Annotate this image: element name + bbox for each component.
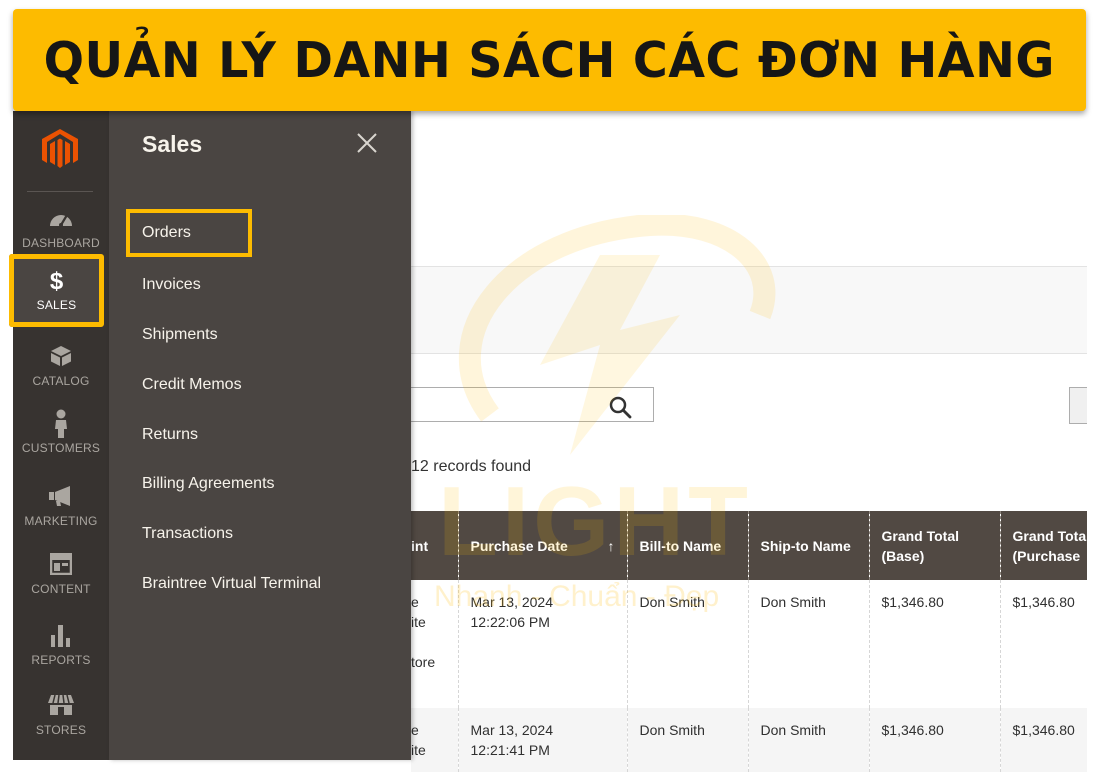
cell-ship-to: Don Smith	[747, 708, 869, 772]
menu-item-shipments[interactable]: Shipments	[142, 326, 218, 344]
cell-purchase-date: Mar 13, 2024 12:22:06 PM	[457, 580, 627, 708]
menu-item-invoices[interactable]: Invoices	[142, 276, 201, 294]
filters-button[interactable]	[1069, 387, 1087, 424]
nav-label-stores: STORES	[35, 723, 87, 737]
column-header-bill-to-label: Bill-to Name	[639, 537, 722, 554]
dollar-icon: $	[50, 270, 63, 294]
cell-ship-to: Don Smith	[747, 580, 869, 708]
column-header-purchase-date[interactable]: Purchase Date ↑	[457, 511, 627, 580]
cell-grand-total-base: $1,346.80	[868, 580, 1000, 708]
nav-label-customers: CUSTOMERS	[21, 441, 101, 455]
cell-time: 12:21:41 PM	[470, 742, 550, 758]
records-count: 12 records found	[411, 458, 532, 475]
column-header-bill-to-name[interactable]: Bill-to Name	[626, 511, 748, 580]
nav-item-reports[interactable]: REPORTS	[13, 623, 109, 693]
cell-grand-total-purchased: $1,346.80	[999, 580, 1087, 708]
column-header-ship-to-label: Ship-to Name	[760, 537, 851, 554]
nav-item-stores[interactable]: STORES	[13, 693, 109, 763]
nav-item-catalog[interactable]: CATALOG	[13, 344, 109, 414]
nav-label-marketing: MARKETING	[24, 514, 98, 528]
magento-logo[interactable]	[40, 128, 80, 170]
title-banner: QUẢN LÝ DANH SÁCH CÁC ĐƠN HÀNG	[13, 9, 1086, 111]
cell-bill-to: Don Smith	[626, 580, 748, 708]
column-header-grand-total-base[interactable]: Grand Total (Base)	[868, 511, 1000, 580]
column-header-base-line1: Grand Total	[881, 527, 960, 544]
cell-time: 12:22:06 PM	[470, 614, 550, 630]
cell-bill-to: Don Smith	[626, 708, 748, 772]
column-header-base-line2: (Base)	[881, 547, 925, 564]
nav-label-reports: REPORTS	[31, 653, 91, 667]
cell-text: e	[411, 594, 419, 610]
megaphone-icon	[48, 484, 74, 508]
nav-label-dashboard: DASHBOARD	[22, 236, 100, 250]
admin-sidebar: DASHBOARD $ SALES CATALOG CUSTOMERS MARK…	[9, 111, 109, 763]
cell-text: e	[411, 722, 419, 738]
nav-label-sales: SALES	[36, 298, 77, 312]
main-content: 12 records found int Purchase Date ↑ Bil…	[411, 111, 1103, 772]
menu-item-returns[interactable]: Returns	[142, 426, 198, 444]
column-header-grand-total-purchased[interactable]: Grand Tota (Purchase	[999, 511, 1087, 580]
sales-flyout-menu: Sales Orders Invoices Shipments Credit M…	[109, 111, 411, 760]
menu-item-transactions[interactable]: Transactions	[142, 525, 233, 543]
column-header-purchase-date-label: Purchase Date	[470, 537, 568, 554]
person-icon	[53, 409, 69, 439]
page-actions-bar	[411, 266, 1087, 354]
nav-item-content[interactable]: CONTENT	[13, 552, 109, 622]
column-header-ship-to-name[interactable]: Ship-to Name	[747, 511, 869, 580]
cell-text: ite	[411, 742, 426, 758]
orders-grid: int Purchase Date ↑ Bill-to Name Ship-to…	[411, 511, 1087, 772]
dashboard-icon	[48, 206, 74, 230]
cell-text: ite	[411, 614, 426, 630]
nav-divider	[27, 191, 93, 192]
cell-point: e ite	[411, 708, 458, 772]
search-input[interactable]	[411, 387, 654, 422]
menu-item-braintree-virtual-terminal[interactable]: Braintree Virtual Terminal	[142, 575, 321, 593]
dollar-symbol: $	[49, 268, 64, 295]
grid-header-row: int Purchase Date ↑ Bill-to Name Ship-to…	[411, 511, 1087, 580]
nav-label-catalog: CATALOG	[32, 374, 90, 388]
menu-item-billing-agreements[interactable]: Billing Agreements	[142, 475, 275, 493]
cell-grand-total-base: $1,346.80	[868, 708, 1000, 772]
banner-title: QUẢN LÝ DANH SÁCH CÁC ĐƠN HÀNG	[43, 31, 1056, 89]
cell-point: e ite tore	[411, 580, 458, 708]
search-icon[interactable]	[608, 395, 632, 419]
table-row[interactable]: e ite Mar 13, 2024 12:21:41 PM Don Smith…	[411, 708, 1087, 772]
cell-purchase-date: Mar 13, 2024 12:21:41 PM	[457, 708, 627, 772]
table-row[interactable]: e ite tore Mar 13, 2024 12:22:06 PM Don …	[411, 580, 1087, 708]
layout-icon	[50, 552, 72, 576]
box-icon	[50, 344, 72, 368]
column-header-point[interactable]: int	[411, 511, 458, 580]
close-icon[interactable]	[355, 131, 379, 155]
bar-chart-icon	[50, 623, 72, 647]
storefront-icon	[47, 693, 75, 717]
cell-text: tore	[411, 654, 436, 670]
cell-date: Mar 13, 2024	[470, 722, 554, 738]
menu-item-orders[interactable]: Orders	[126, 209, 252, 257]
cell-grand-total-purchased: $1,346.80	[999, 708, 1087, 772]
sort-ascending-icon[interactable]: ↑	[608, 536, 615, 556]
nav-label-content: CONTENT	[31, 582, 91, 596]
column-header-purchased-line2: (Purchase	[1012, 547, 1081, 564]
nav-item-customers[interactable]: CUSTOMERS	[13, 409, 109, 479]
menu-item-credit-memos[interactable]: Credit Memos	[142, 376, 242, 394]
column-header-purchased-line1: Grand Tota	[1012, 527, 1087, 544]
flyout-title: Sales	[142, 131, 203, 157]
nav-item-sales[interactable]: $ SALES	[9, 254, 104, 327]
column-header-point-label: int	[411, 537, 429, 554]
nav-item-marketing[interactable]: MARKETING	[13, 484, 109, 554]
cell-date: Mar 13, 2024	[470, 594, 554, 610]
